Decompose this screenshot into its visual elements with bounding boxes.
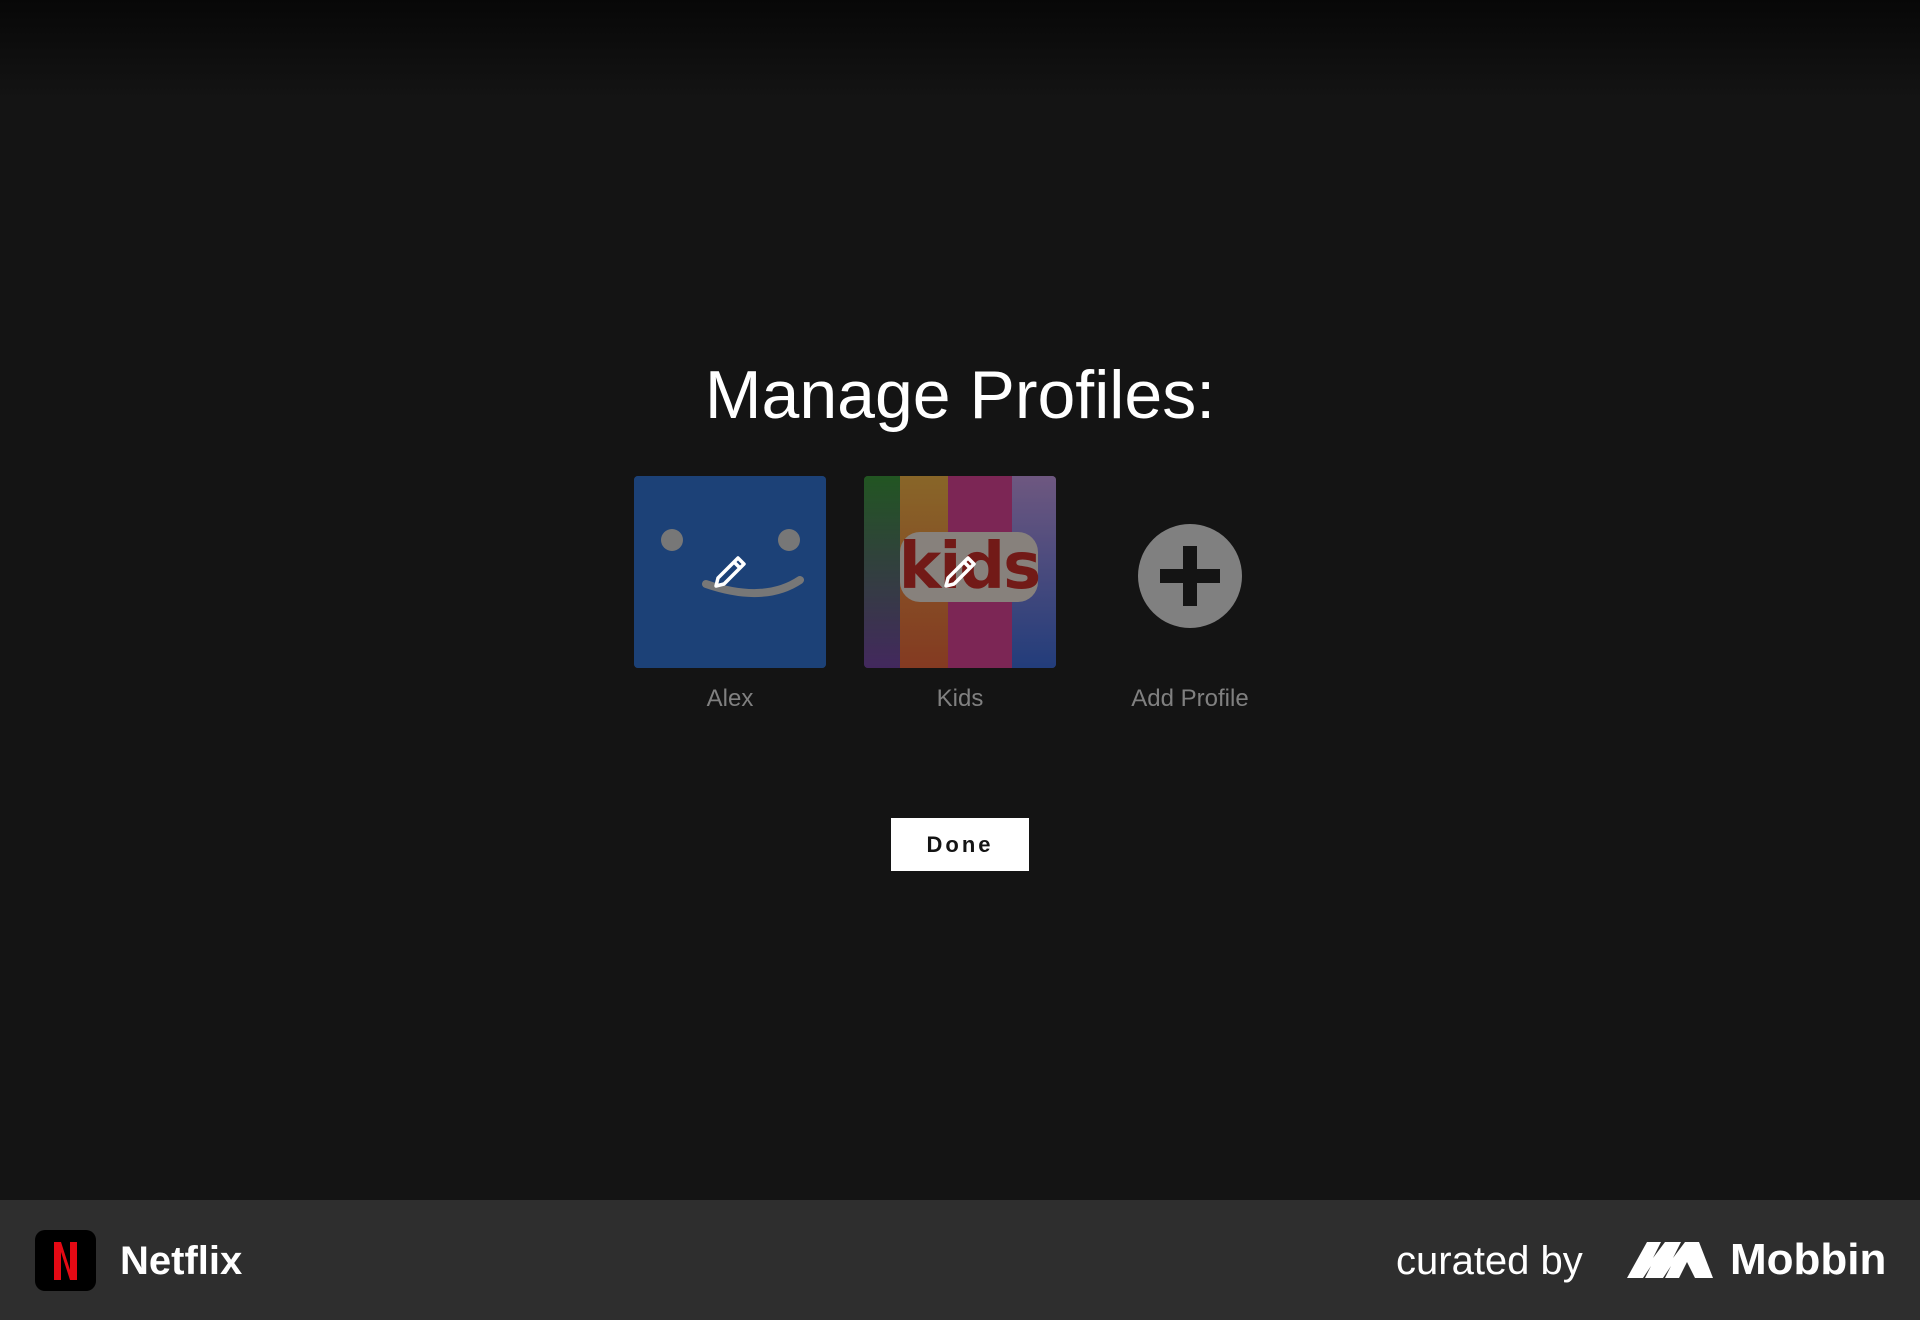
mobbin-brand: Mobbin bbox=[1730, 1235, 1887, 1284]
top-gradient bbox=[0, 0, 1920, 100]
page-title: Manage Profiles: bbox=[704, 357, 1216, 433]
netflix-app-icon bbox=[35, 1230, 96, 1291]
pencil-icon bbox=[714, 556, 746, 588]
profile-kids[interactable]: kids Kids bbox=[864, 476, 1056, 714]
done-button[interactable]: Done bbox=[891, 818, 1029, 871]
profile-avatar-kids[interactable]: kids bbox=[864, 476, 1056, 668]
add-profile-label: Add Profile bbox=[1131, 685, 1249, 712]
app-name: Netflix bbox=[120, 1239, 243, 1283]
plus-circle-icon[interactable] bbox=[1138, 524, 1242, 628]
profile-name-alex: Alex bbox=[706, 685, 754, 712]
mobbin-logo-icon bbox=[1627, 1242, 1713, 1278]
pencil-icon bbox=[944, 556, 976, 588]
footer-bar: Netflix curated by Mobbin bbox=[0, 1200, 1920, 1320]
profile-name-kids: Kids bbox=[936, 685, 984, 712]
profile-alex[interactable]: Alex bbox=[634, 476, 826, 714]
curated-by-text: curated by bbox=[1396, 1239, 1583, 1283]
add-profile-button[interactable]: Add Profile bbox=[1110, 476, 1270, 714]
profile-avatar-alex[interactable] bbox=[634, 476, 826, 668]
